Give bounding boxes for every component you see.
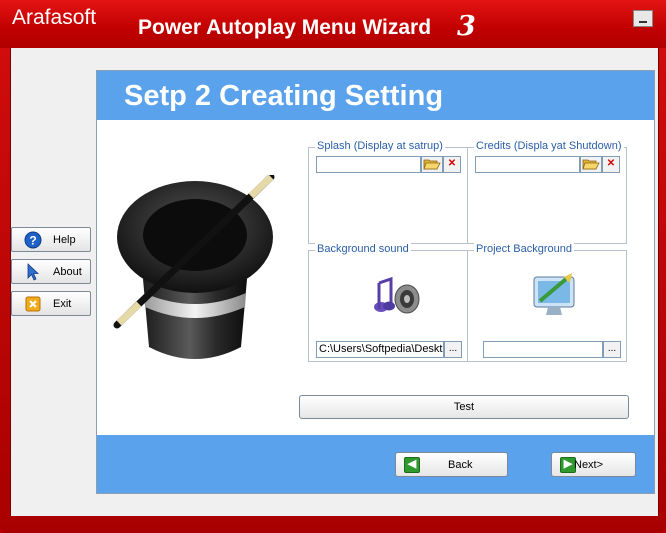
header-banner: Setp 2 Creating Setting (97, 71, 654, 120)
brand-name: Arafasoft (12, 6, 97, 29)
exit-icon (25, 296, 41, 312)
title-bar: Arafasoft Power Autoplay Menu Wizard 3 (0, 0, 666, 48)
about-button[interactable]: About (11, 259, 91, 284)
test-label: Test (453, 401, 475, 413)
version-number: 3 (457, 11, 476, 42)
clear-icon: ✕ (447, 158, 457, 169)
help-button[interactable]: ? Help (11, 227, 91, 252)
app-window: Arafasoft Power Autoplay Menu Wizard 3 ?… (0, 0, 666, 533)
splash-clear-button[interactable]: ✕ (443, 156, 461, 173)
next-button[interactable]: ▶ Next> (551, 452, 636, 477)
back-arrow-icon: ◀ (404, 457, 420, 473)
back-button[interactable]: ◀ Back (395, 452, 508, 477)
main-panel: Setp 2 Creating Setting Splash (Display … (96, 70, 655, 494)
credits-caption: Credits (Displa yat Shutdown) (474, 140, 624, 152)
page-title: Setp 2 Creating Setting (124, 80, 444, 112)
project-background-caption: Project Background (474, 243, 574, 255)
credits-group: Credits (Displa yat Shutdown) ✕ (467, 140, 627, 244)
next-label: Next> (574, 459, 604, 471)
project-background-browse-button[interactable]: ... (603, 341, 621, 358)
credits-open-button[interactable] (580, 156, 602, 173)
folder-open-icon (582, 159, 600, 170)
splash-path-input[interactable] (316, 156, 421, 173)
background-sound-group: Background sound C:\Users\Softpedia\Desk… (308, 243, 468, 362)
app-title: Power Autoplay Menu Wizard (138, 16, 432, 39)
exit-label: Exit (53, 298, 72, 310)
svg-text:?: ? (29, 234, 36, 248)
about-label: About (53, 266, 82, 278)
magic-hat-icon (113, 175, 275, 359)
help-label: Help (53, 234, 76, 246)
back-label: Back (448, 459, 473, 471)
project-background-path-input[interactable] (483, 341, 603, 358)
background-sound-browse-button[interactable]: ... (444, 341, 462, 358)
splash-open-button[interactable] (421, 156, 443, 173)
minimize-button[interactable] (633, 10, 653, 27)
test-button[interactable]: Test (299, 395, 629, 419)
splash-caption: Splash (Display at satrup) (315, 140, 445, 152)
clear-icon: ✕ (606, 158, 616, 169)
background-sound-path-input[interactable]: C:\Users\Softpedia\Deskt (316, 341, 444, 358)
sound-icon (374, 276, 420, 314)
exit-button[interactable]: Exit (11, 291, 91, 316)
credits-path-input[interactable] (475, 156, 580, 173)
background-sound-caption: Background sound (315, 243, 411, 255)
footer-bar: ◀ Back ▶ Next> (97, 435, 654, 493)
splash-group: Splash (Display at satrup) ✕ (308, 140, 468, 244)
help-icon: ? (24, 231, 42, 249)
cursor-icon (27, 263, 40, 281)
folder-open-icon (423, 159, 441, 170)
credits-clear-button[interactable]: ✕ (602, 156, 620, 173)
display-picture-icon (533, 273, 575, 315)
project-background-group: Project Background ... (467, 243, 627, 362)
